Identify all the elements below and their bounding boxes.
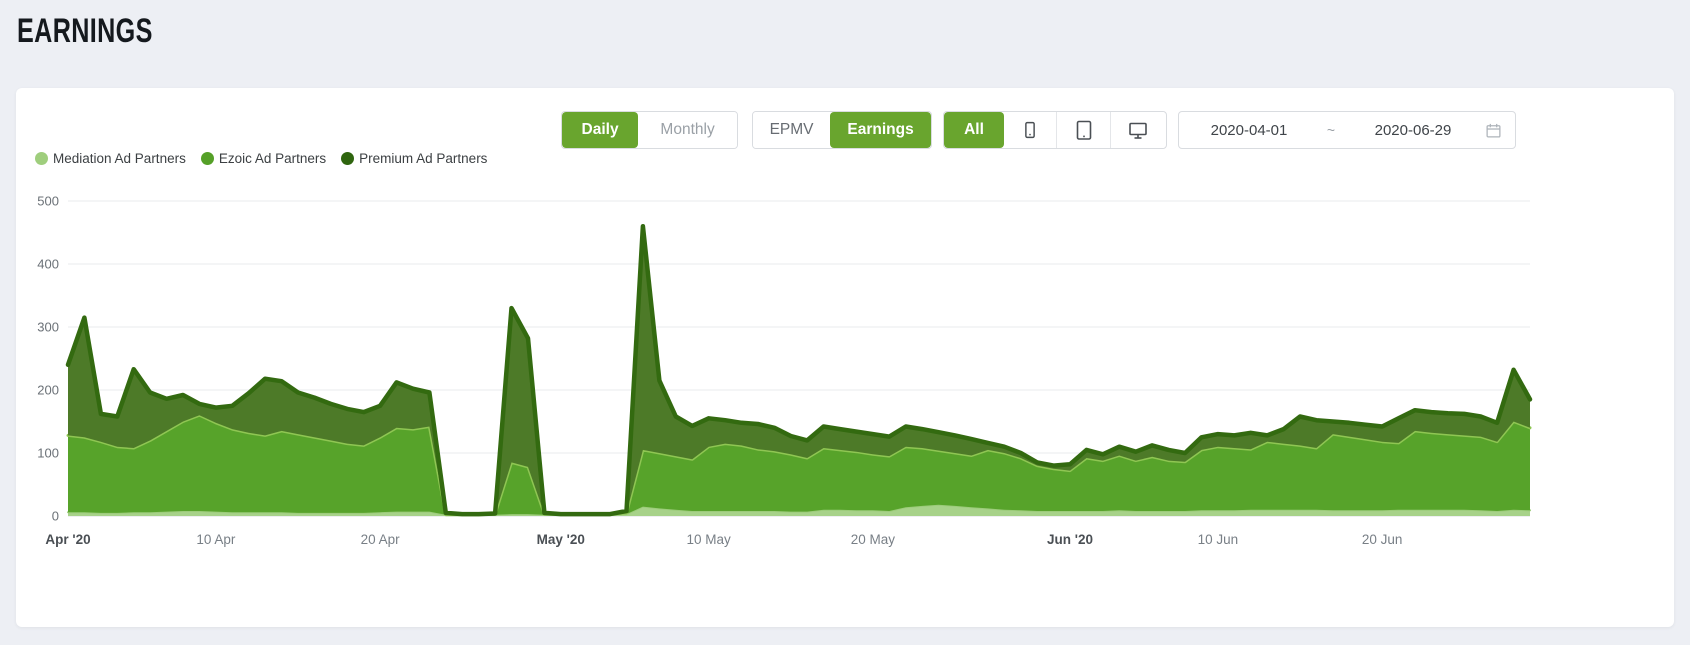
chart-legend: Mediation Ad Partners Ezoic Ad Partners …: [35, 151, 487, 166]
monthly-button[interactable]: Monthly: [638, 112, 737, 148]
desktop-icon: [1126, 118, 1150, 142]
legend-item-premium-ad-partners[interactable]: Premium Ad Partners: [341, 151, 487, 166]
x-axis-label: 20 May: [851, 532, 896, 547]
legend-label: Ezoic Ad Partners: [219, 151, 326, 166]
earnings-button[interactable]: Earnings: [830, 112, 931, 148]
x-axis-label: 10 May: [687, 532, 732, 547]
tablet-icon: [1072, 118, 1096, 142]
earnings-chart[interactable]: 0 100 200 300 400 500 Apr '20 10 Apr 20 Apr May '…: [16, 188, 1674, 568]
legend-dot-premium: [341, 152, 354, 165]
earnings-card: Daily Monthly EPMV Earnings All: [16, 88, 1674, 627]
legend-dot-mediation: [35, 152, 48, 165]
legend-label: Mediation Ad Partners: [53, 151, 186, 166]
end-date-field[interactable]: 2020-06-29: [1343, 122, 1483, 139]
legend-item-mediation-ad-partners[interactable]: Mediation Ad Partners: [35, 151, 186, 166]
y-axis-label: 0: [52, 509, 59, 524]
x-axis-label: 20 Jun: [1362, 532, 1403, 547]
device-tablet-button[interactable]: [1056, 112, 1110, 148]
x-axis-label: 10 Jun: [1198, 532, 1239, 547]
start-date-field[interactable]: 2020-04-01: [1179, 122, 1319, 139]
mobile-icon: [1019, 119, 1041, 141]
legend-label: Premium Ad Partners: [359, 151, 487, 166]
x-axis-label: May '20: [537, 532, 585, 547]
device-mobile-button[interactable]: [1004, 112, 1056, 148]
device-all-button[interactable]: All: [944, 112, 1004, 148]
y-axis-label: 100: [37, 446, 59, 461]
legend-item-ezoic-ad-partners[interactable]: Ezoic Ad Partners: [201, 151, 326, 166]
x-axis-label: 20 Apr: [361, 532, 401, 547]
y-axis-label: 500: [37, 194, 59, 209]
device-desktop-button[interactable]: [1110, 112, 1164, 148]
legend-dot-ezoic: [201, 152, 214, 165]
x-axis-label: Jun '20: [1047, 532, 1093, 547]
period-toggle-group: Daily Monthly: [561, 111, 738, 149]
device-filter-group: All: [943, 111, 1167, 149]
page-title: EARNINGS: [17, 12, 153, 51]
x-axis-label: Apr '20: [45, 532, 90, 547]
y-axis-label: 300: [37, 320, 59, 335]
metric-toggle-group: EPMV Earnings: [752, 111, 932, 149]
y-axis-label: 400: [37, 257, 59, 272]
date-range-separator: ~: [1319, 122, 1343, 138]
calendar-icon[interactable]: [1485, 122, 1502, 139]
x-axis-label: 10 Apr: [196, 532, 236, 547]
date-range-picker: 2020-04-01 ~ 2020-06-29: [1178, 111, 1516, 149]
daily-button[interactable]: Daily: [562, 112, 638, 148]
y-axis-label: 200: [37, 383, 59, 398]
epmv-button[interactable]: EPMV: [753, 112, 830, 148]
